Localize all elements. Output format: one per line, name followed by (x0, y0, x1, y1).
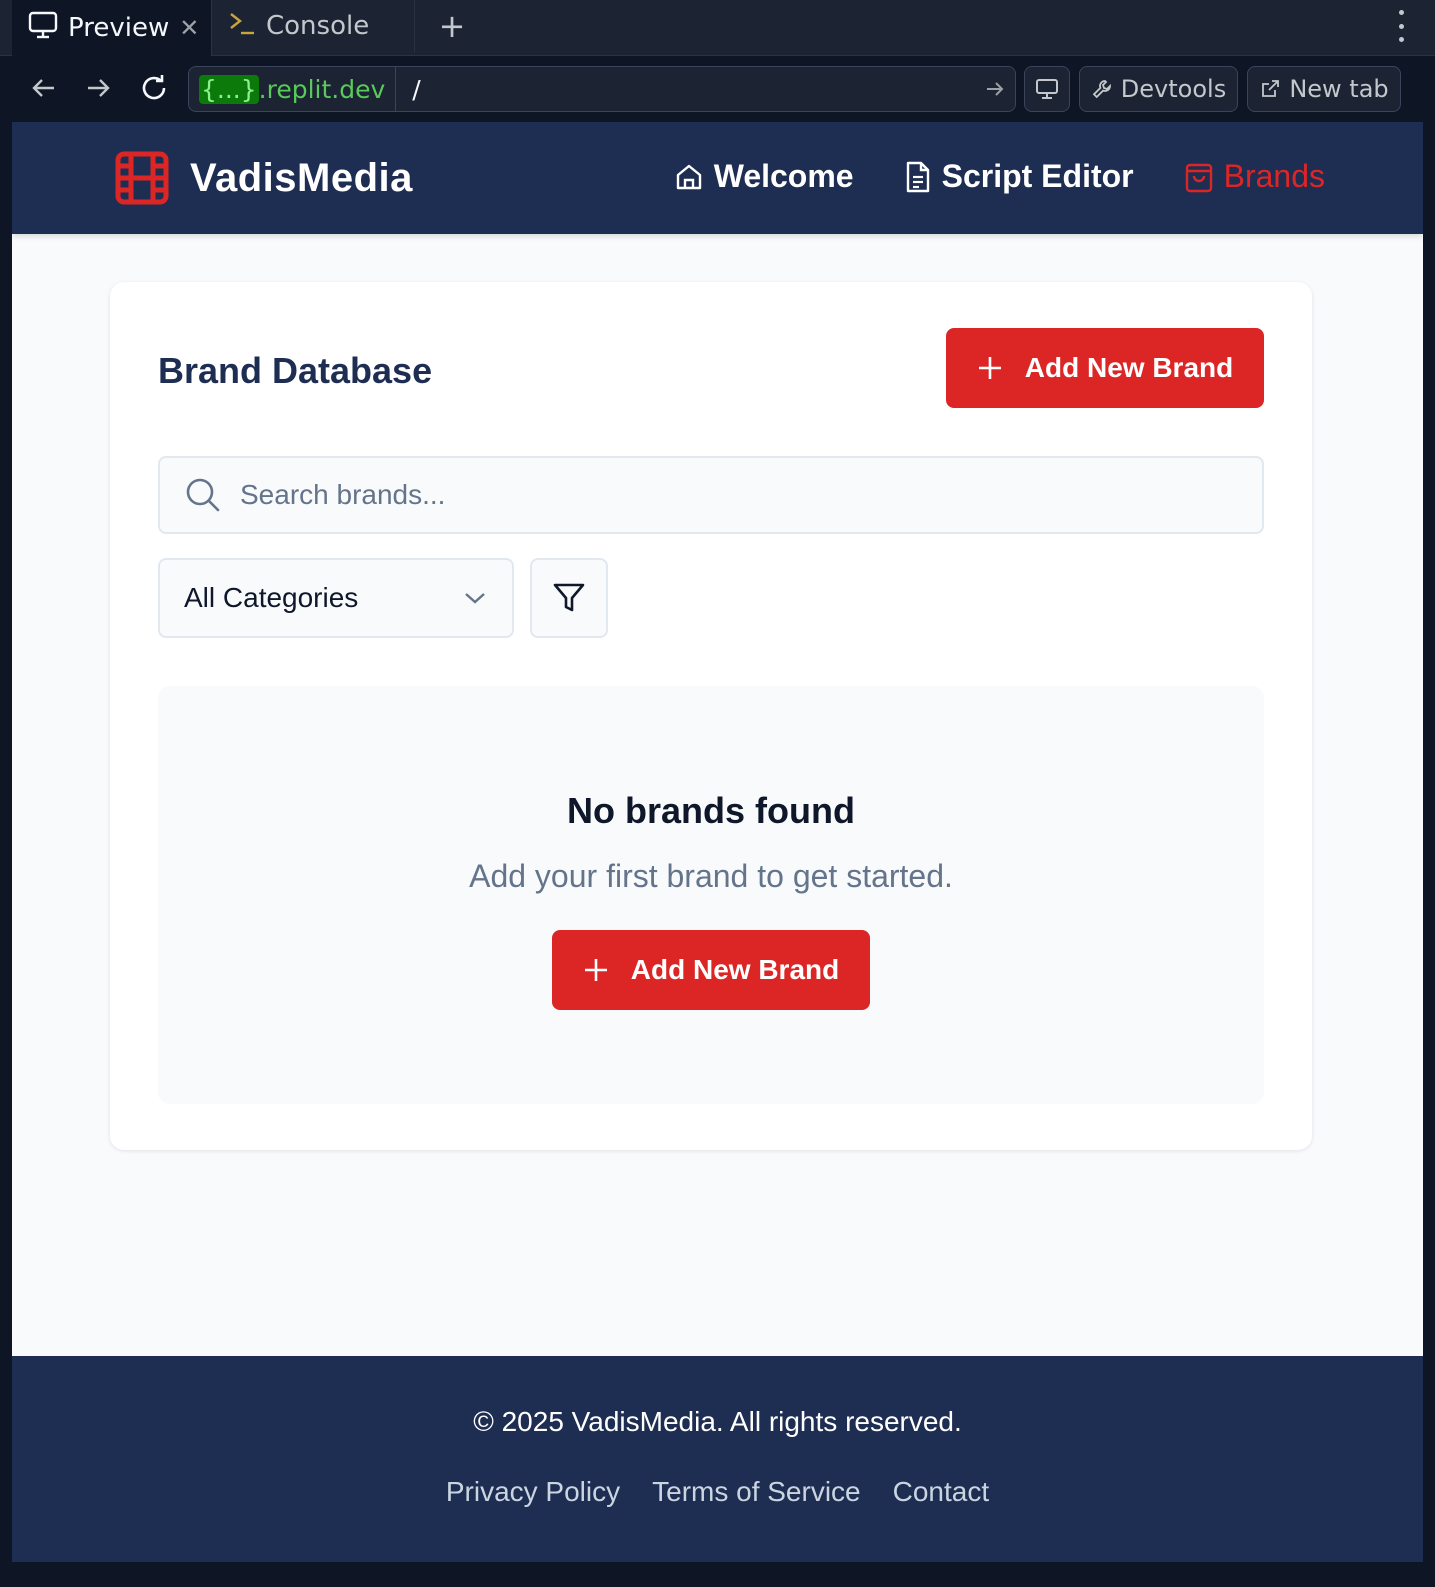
devtools-label: Devtools (1120, 75, 1227, 103)
search-placeholder: Search brands... (240, 479, 446, 510)
url-host: {...} .replit.dev (189, 67, 397, 111)
url-path[interactable]: / (396, 75, 975, 104)
add-new-brand-button[interactable]: Add New Brand (946, 328, 1264, 408)
browser-toolbar: {...} .replit.dev / Devtools New tab (12, 56, 1423, 122)
plus-icon (584, 959, 607, 981)
chevron-down-icon (465, 593, 485, 604)
page-title: Brand Database (158, 350, 433, 391)
more-options-icon[interactable] (1397, 10, 1405, 42)
tab-console[interactable]: Console (212, 0, 415, 52)
frame-border-left (0, 56, 12, 1587)
app-preview: VadisMedia Welcome Script Editor Brands … (12, 122, 1423, 1562)
devtools-button[interactable]: Devtools (1079, 66, 1238, 112)
go-arrow-icon[interactable] (975, 78, 1015, 100)
empty-state: No brands found Add your first brand to … (158, 686, 1264, 1104)
nav-brands[interactable]: Brands (1184, 158, 1325, 195)
wrench-icon (1092, 80, 1111, 99)
site-header: VadisMedia Welcome Script Editor Brands (12, 122, 1423, 234)
film-icon (115, 151, 169, 205)
nav-script-editor-label: Script Editor (941, 158, 1134, 194)
back-button[interactable] (24, 68, 64, 108)
document-icon (906, 161, 929, 192)
url-bar[interactable]: {...} .replit.dev / (188, 66, 1016, 112)
main-nav: Welcome Script Editor Brands (674, 158, 1325, 195)
footer-link-privacy-policy[interactable]: Privacy Policy (446, 1476, 620, 1508)
footer-link-terms-of-service[interactable]: Terms of Service (652, 1476, 861, 1508)
frame-border-right (1423, 56, 1435, 1587)
new-tab-button[interactable]: New tab (1247, 66, 1401, 112)
add-tab-button[interactable]: + (432, 6, 472, 46)
nav-brands-label: Brands (1223, 158, 1325, 194)
close-icon[interactable]: ✕ (179, 14, 199, 42)
footer-links: Privacy Policy Terms of Service Contact (12, 1476, 1423, 1508)
url-host-domain: .replit.dev (258, 74, 386, 104)
nav-welcome-label: Welcome (713, 158, 854, 194)
tab-console-label: Console (266, 11, 370, 41)
filter-icon (553, 583, 585, 612)
forward-button[interactable] (78, 68, 118, 108)
arrow-right-icon (88, 79, 110, 97)
workspace-tabbar: Preview ✕ Console + (0, 0, 1435, 56)
device-preview-button[interactable] (1024, 66, 1070, 112)
frame-border-bottom (0, 1562, 1435, 1587)
arrow-left-icon (32, 79, 54, 97)
add-new-brand-label: Add New Brand (1024, 352, 1234, 383)
search-icon (186, 478, 220, 512)
category-select-value: All Categories (184, 582, 359, 613)
tab-preview[interactable]: Preview ✕ (12, 0, 212, 56)
filter-button[interactable] (530, 558, 608, 638)
site-brand-name: VadisMedia (190, 155, 413, 200)
site-footer: © 2025 VadisMedia. All rights reserved. … (12, 1356, 1423, 1562)
footer-link-contact[interactable]: Contact (893, 1476, 990, 1508)
site-logo[interactable]: VadisMedia (114, 150, 413, 206)
category-select[interactable]: All Categories (158, 558, 514, 638)
copyright-text: © 2025 VadisMedia. All rights reserved. (473, 1406, 962, 1437)
tab-preview-label: Preview (68, 13, 170, 43)
empty-state-subtitle: Add your first brand to get started. (469, 858, 953, 894)
plus-icon (978, 357, 1001, 379)
terminal-icon (228, 10, 256, 43)
search-input[interactable]: Search brands... (158, 456, 1264, 534)
brand-database-card: Brand Database Add New Brand Search bran… (110, 282, 1312, 1150)
empty-add-new-brand-label: Add New Brand (630, 954, 840, 985)
nav-welcome[interactable]: Welcome (674, 158, 854, 195)
shopping-bag-icon (1185, 163, 1212, 192)
url-host-mask: {...} (199, 74, 259, 104)
monitor-icon (28, 11, 58, 46)
empty-state-title: No brands found (567, 790, 855, 831)
empty-add-new-brand-button[interactable]: Add New Brand (552, 930, 870, 1010)
external-link-icon (1262, 80, 1280, 97)
monitor-icon (1036, 79, 1058, 99)
home-icon (676, 164, 701, 189)
reload-icon (142, 75, 166, 100)
new-tab-label: New tab (1289, 75, 1389, 103)
reload-button[interactable] (134, 68, 174, 108)
nav-script-editor[interactable]: Script Editor (904, 158, 1134, 195)
